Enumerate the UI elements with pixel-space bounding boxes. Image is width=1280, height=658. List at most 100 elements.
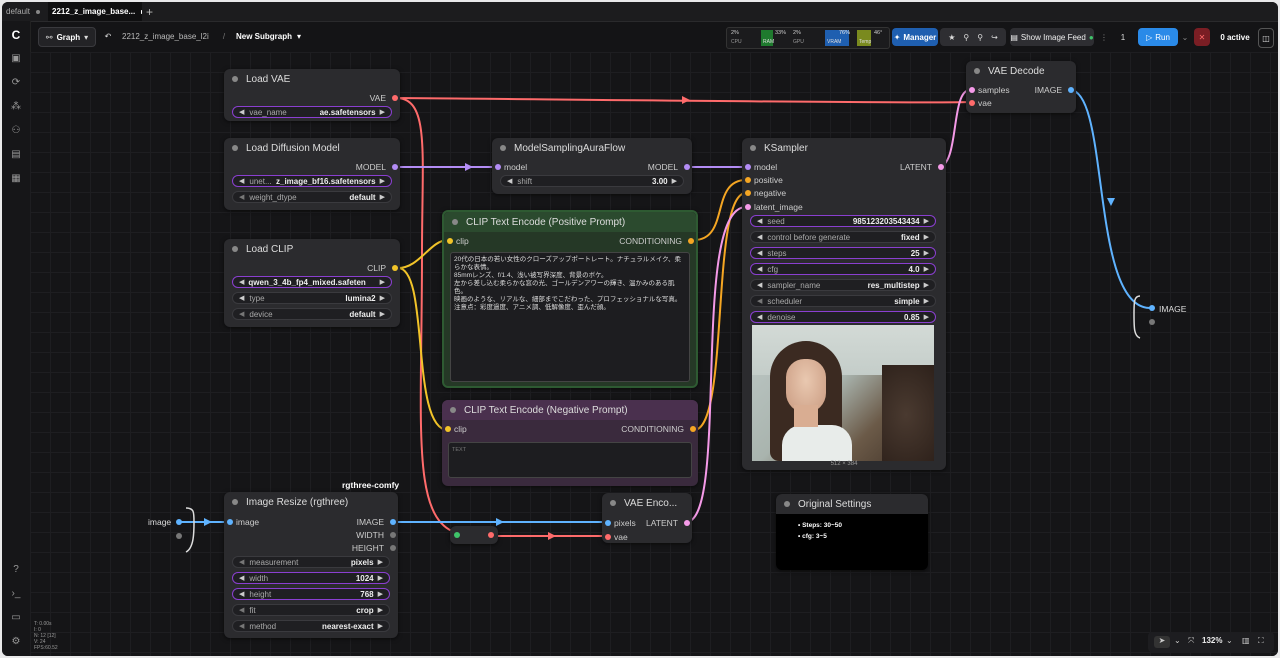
input-positive-port[interactable] <box>745 177 751 183</box>
input-image-port[interactable] <box>227 519 233 525</box>
terminal-icon[interactable]: ›_ <box>10 588 22 600</box>
output-image-port[interactable] <box>1068 87 1074 93</box>
drag-handle-icon[interactable]: ⋮ <box>1100 28 1108 46</box>
broom-icon[interactable]: ⚲ <box>963 33 969 42</box>
workflows-icon[interactable]: ▤ <box>10 149 22 161</box>
sampler-name-widget[interactable]: ◀ sampler_name res_multistep ▶ <box>750 279 936 291</box>
reroute-node[interactable] <box>450 526 498 544</box>
reroute-output-port[interactable] <box>488 532 494 538</box>
output-latent-port[interactable] <box>938 164 944 170</box>
negative-prompt-textarea[interactable]: TEXT <box>448 442 692 478</box>
fit-view-icon[interactable]: ⤧ <box>1188 636 1194 646</box>
clip-device-combo[interactable]: ◀ device default ▶ <box>232 308 392 320</box>
model-library-icon[interactable]: ⚇ <box>10 125 22 137</box>
output-image-port[interactable] <box>390 519 396 525</box>
measurement-widget[interactable]: ◀ measurement pixels ▶ <box>232 556 390 568</box>
node-load-vae[interactable]: Load VAE VAE ◀ vae_name ae.safetensors ▶ <box>224 69 400 121</box>
input-clip-port[interactable] <box>447 238 453 244</box>
seed-widget[interactable]: ◀ seed 985123203543434 ▶ <box>750 215 936 227</box>
input-reroute-port[interactable] <box>176 519 182 525</box>
nodes-library-icon[interactable]: ⁂ <box>10 101 22 113</box>
queue-count-input[interactable]: 1 <box>1112 28 1134 46</box>
chevron-down-icon[interactable]: ⌄ <box>1174 636 1181 645</box>
fit-widget[interactable]: ◀ fit crop ▶ <box>232 604 390 616</box>
tab-workflow[interactable]: 2212_z_image_base... <box>48 2 142 21</box>
denoise-widget[interactable]: ◀ denoise 0.85 ▶ <box>750 311 936 323</box>
node-load-clip[interactable]: Load CLIP CLIP ◀ qwen_3_4b_fp4_mixed.safe… <box>224 239 400 327</box>
pointer-tool-icon[interactable]: ➤ <box>1154 636 1170 648</box>
tab-default[interactable]: default <box>6 2 46 21</box>
run-options-icon[interactable]: ⌄ <box>1180 28 1190 46</box>
width-widget[interactable]: ◀ width 1024 ▶ <box>232 572 390 584</box>
graph-mode-button[interactable]: ⚯ Graph ▾ <box>38 27 96 47</box>
input-pixels-port[interactable] <box>605 520 611 526</box>
subgraph-breadcrumb[interactable]: New Subgraph ▾ <box>236 27 306 45</box>
input-negative-port[interactable] <box>745 190 751 196</box>
image-icon[interactable]: ▣ <box>10 53 22 65</box>
output-height-port[interactable] <box>390 545 396 551</box>
settings-icon[interactable]: ⚙ <box>10 636 22 648</box>
node-image-resize[interactable]: Image Resize (rgthree) image IMAGE WIDTH… <box>224 492 398 638</box>
node-clip-text-encode-positive[interactable]: CLIP Text Encode (Positive Prompt) clip … <box>442 210 698 388</box>
broom-alt-icon[interactable]: ⚲ <box>977 33 983 42</box>
undo-icon[interactable]: ↶ <box>102 27 114 45</box>
manager-button[interactable]: ✦ Manager <box>892 28 938 46</box>
output-conditioning-port[interactable] <box>688 238 694 244</box>
cfg-widget[interactable]: ◀ cfg 4.0 ▶ <box>750 263 936 275</box>
comfy-logo-icon[interactable]: C <box>10 29 22 41</box>
node-model-sampling-auraflow[interactable]: ModelSamplingAuraFlow model MODEL ◀ shift… <box>492 138 692 194</box>
input-samples-port[interactable] <box>969 87 975 93</box>
control-before-generate-widget[interactable]: ◀ control before generate fixed ▶ <box>750 231 936 243</box>
output-vae-port[interactable] <box>392 95 398 101</box>
output-conditioning-port[interactable] <box>690 426 696 432</box>
input-vae-port[interactable] <box>969 100 975 106</box>
steps-widget[interactable]: ◀ steps 25 ▶ <box>750 247 936 259</box>
weight-dtype-combo[interactable]: ◀ weight_dtype default ▶ <box>232 191 392 203</box>
method-widget[interactable]: ◀ method nearest-exact ▶ <box>232 620 390 632</box>
input-model-port[interactable] <box>745 164 751 170</box>
run-button[interactable]: ▷ Run <box>1138 28 1178 46</box>
active-queue-button[interactable]: 0 active <box>1214 28 1256 46</box>
show-image-feed-button[interactable]: ▤ Show Image Feed ● <box>1010 28 1094 46</box>
vae-name-combo[interactable]: ◀ vae_name ae.safetensors ▶ <box>232 106 392 118</box>
node-clip-text-encode-negative[interactable]: CLIP Text Encode (Negative Prompt) clip … <box>442 400 698 486</box>
cancel-button[interactable]: ✕ <box>1194 28 1210 46</box>
keyboard-icon[interactable]: ▭ <box>10 612 22 624</box>
height-widget[interactable]: ◀ height 768 ▶ <box>232 588 390 600</box>
reroute-input-port[interactable] <box>454 532 460 538</box>
output-reroute-port[interactable] <box>1149 305 1155 311</box>
output-clip-port[interactable] <box>392 265 398 271</box>
templates-icon[interactable]: ▦ <box>10 173 22 185</box>
share-icon[interactable]: ↪ <box>991 33 998 42</box>
clip-name-combo[interactable]: ◀ qwen_3_4b_fp4_mixed.safeten ▶ <box>232 276 392 288</box>
link-visibility-icon[interactable]: ⛶ <box>1258 636 1264 646</box>
output-width-port[interactable] <box>390 532 396 538</box>
output-reroute-empty-port[interactable] <box>1149 319 1155 325</box>
shift-number-widget[interactable]: ◀ shift 3.00 ▶ <box>500 175 684 187</box>
scheduler-widget[interactable]: ◀ scheduler simple ▶ <box>750 295 936 307</box>
star-icon[interactable]: ★ <box>948 33 955 42</box>
input-vae-port[interactable] <box>605 534 611 540</box>
prompt-textarea[interactable]: 20代の日本の若い女性のクローズアップポートレート。ナチュラルメイク、柔らかな表… <box>450 252 690 382</box>
breadcrumb[interactable]: 2212_z_image_base_l2i <box>122 27 218 45</box>
panel-toggle-icon[interactable]: ◫ <box>1258 28 1274 48</box>
graph-canvas[interactable]: Load VAE VAE ◀ vae_name ae.safetensors ▶ Lo… <box>30 52 1278 656</box>
output-latent-port[interactable] <box>684 520 690 526</box>
node-load-diffusion-model[interactable]: Load Diffusion Model MODEL ◀ unet... z_ima… <box>224 138 400 210</box>
output-model-port[interactable] <box>684 164 690 170</box>
history-icon[interactable]: ⟳ <box>10 77 22 89</box>
node-ksampler[interactable]: KSampler model positive negative latent_… <box>742 138 946 470</box>
plus-icon[interactable]: + <box>146 2 158 21</box>
zoom-level[interactable]: 132% <box>1202 636 1222 645</box>
input-latent-port[interactable] <box>745 204 751 210</box>
input-reroute-empty-port[interactable] <box>176 533 182 539</box>
node-vae-decode[interactable]: VAE Decode samples vae IMAGE <box>966 61 1076 113</box>
clip-type-combo[interactable]: ◀ type lumina2 ▶ <box>232 292 392 304</box>
node-original-settings-note[interactable]: Original Settings • Steps: 30~50 • cfg: … <box>776 494 928 570</box>
unet-name-combo[interactable]: ◀ unet... z_image_bf16.safetensors ▶ <box>232 175 392 187</box>
input-model-port[interactable] <box>495 164 501 170</box>
help-icon[interactable]: ? <box>10 564 22 576</box>
node-vae-encode[interactable]: VAE Enco... pixels vae LATENT <box>602 493 692 543</box>
minimap-icon[interactable]: ▥ <box>1242 636 1250 645</box>
output-model-port[interactable] <box>392 164 398 170</box>
